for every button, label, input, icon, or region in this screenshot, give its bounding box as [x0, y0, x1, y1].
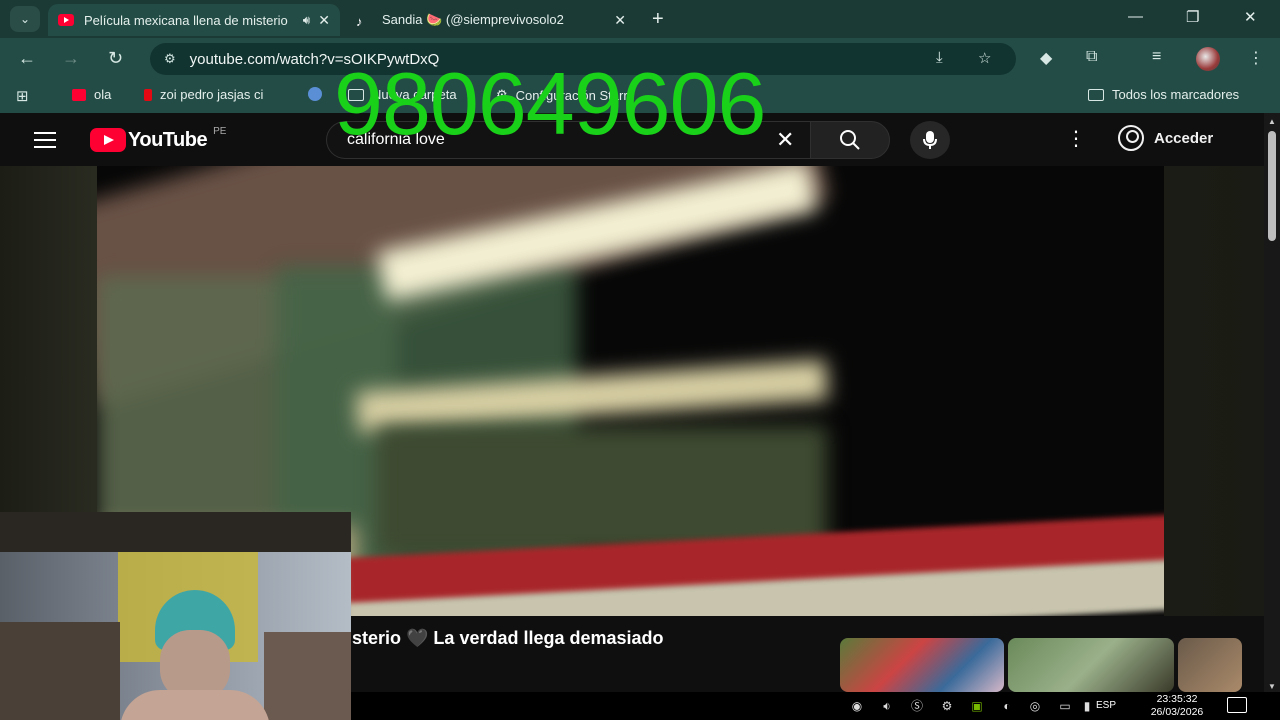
related-video-thumbnail[interactable] [1178, 638, 1242, 692]
related-video-thumbnail[interactable] [840, 638, 1004, 692]
media-queue-icon[interactable]: ≡ [1152, 48, 1161, 66]
account-icon [1118, 125, 1144, 151]
app-tray-icon[interactable]: ◐ [999, 699, 1015, 713]
signin-button[interactable]: Acceder [1118, 125, 1213, 151]
clock-date: 26/03/2026 [1150, 706, 1204, 718]
youtube-icon [72, 88, 86, 101]
chevron-down-icon: ⌄ [19, 12, 31, 26]
extensions-puzzle-icon[interactable]: ⧉ [1086, 48, 1097, 66]
menu-icon[interactable] [34, 132, 56, 153]
microphone-icon [923, 131, 937, 149]
search-button[interactable] [810, 121, 890, 159]
volume-icon[interactable]: 🔉︎ [879, 699, 895, 713]
globe-icon [308, 87, 322, 101]
video-title: sterio 🖤 La verdad llega demasiado [352, 628, 664, 648]
folder-icon [1088, 88, 1104, 101]
input-language[interactable]: ESP [1096, 700, 1116, 711]
forward-icon[interactable]: → [62, 48, 80, 69]
steam-icon[interactable]: ◎ [1027, 699, 1043, 713]
page-scrollbar[interactable]: ▲ ▼ [1264, 113, 1280, 695]
browser-tab-strip: ⌄ Película mexicana llena de misterio 🔊︎… [0, 0, 1280, 38]
tab-tiktok[interactable]: ♪ Sandia 🍉 (@siemprevivosolo2 ✕ [346, 4, 636, 36]
restore-icon[interactable]: ❐ [1186, 8, 1199, 26]
youtube-icon [58, 14, 74, 26]
bookmark-globe[interactable] [308, 87, 330, 101]
clear-search-icon[interactable]: ✕ [776, 127, 794, 153]
clock-time: 23:35:32 [1156, 693, 1198, 705]
microphone-icon[interactable]: ▮ [1079, 699, 1095, 713]
bookmark-ola[interactable]: ola [72, 87, 111, 102]
bookmark-label: zoi pedro jasjas ci [160, 87, 264, 102]
close-window-icon[interactable]: ✕ [1244, 8, 1257, 26]
new-tab-button[interactable]: + [652, 8, 664, 31]
notifications-icon[interactable] [1227, 697, 1247, 713]
voice-search-button[interactable] [910, 121, 950, 159]
tab-title: Sandia 🍉 (@siemprevivosolo2 [382, 12, 564, 27]
scroll-down-icon[interactable]: ▼ [1268, 682, 1276, 691]
close-tab-icon[interactable]: ✕ [614, 12, 626, 29]
reload-icon[interactable]: ↻ [108, 48, 123, 69]
logo-text: YouTube [128, 128, 208, 151]
install-app-icon[interactable]: ⤓ [936, 49, 943, 66]
nvidia-icon[interactable]: ▣ [969, 699, 985, 713]
windows-taskbar: ◉ 🔉︎ Ⓢ ⚙ ▣ ◐ ◎ ▭ ▮ ESP 23:35:32 26/03/20… [351, 692, 1280, 720]
region-code: PE [213, 125, 227, 137]
minimize-icon[interactable]: — [1128, 8, 1143, 25]
apps-grid-icon[interactable]: ⊞ [16, 87, 29, 105]
tab-youtube-video[interactable]: Película mexicana llena de misterio 🔊︎ ✕ [48, 4, 340, 36]
profile-avatar[interactable] [1196, 47, 1220, 71]
skype-icon[interactable]: Ⓢ [909, 699, 925, 713]
search-icon [840, 130, 860, 150]
netflix-icon [144, 88, 152, 101]
network-icon[interactable]: ▭ [1057, 699, 1073, 713]
system-clock[interactable]: 23:35:32 26/03/2026 [1137, 693, 1217, 719]
bookmark-star-icon[interactable]: ☆ [978, 49, 991, 67]
youtube-logo[interactable]: YouTube PE [90, 125, 227, 152]
scrollbar-thumb[interactable] [1268, 131, 1276, 241]
bookmark-label: ola [94, 87, 112, 102]
site-settings-icon[interactable]: ⚙ [164, 51, 176, 67]
speaker-icon[interactable]: 🔊︎ [303, 13, 311, 28]
close-tab-icon[interactable]: ✕ [318, 12, 330, 29]
signin-label: Acceder [1154, 129, 1214, 147]
settings-menu-icon[interactable]: ⋮ [1066, 129, 1086, 149]
tab-title: Película mexicana llena de misterio [84, 12, 288, 28]
extension-diamond-icon[interactable]: ◆ [1040, 48, 1052, 68]
related-video-thumbnail[interactable] [1008, 638, 1174, 692]
all-bookmarks-label: Todos los marcadores [1112, 87, 1240, 102]
back-icon[interactable]: ← [18, 48, 36, 69]
all-bookmarks[interactable]: Todos los marcadores [1088, 87, 1239, 102]
browser-menu-icon[interactable]: ⋮ [1248, 48, 1264, 68]
overlay-phone-number: 980649606 [334, 54, 766, 153]
scroll-up-icon[interactable]: ▲ [1268, 117, 1276, 126]
youtube-play-icon [90, 128, 126, 152]
gear-icon[interactable]: ⚙ [939, 699, 955, 713]
discord-icon[interactable]: ◉ [849, 699, 865, 713]
tiktok-icon: ♪ [356, 14, 363, 29]
tab-search-button[interactable]: ⌄ [10, 6, 40, 32]
bookmark-zoi[interactable]: zoi pedro jasjas ci [144, 87, 263, 102]
webcam-overlay [0, 512, 351, 720]
